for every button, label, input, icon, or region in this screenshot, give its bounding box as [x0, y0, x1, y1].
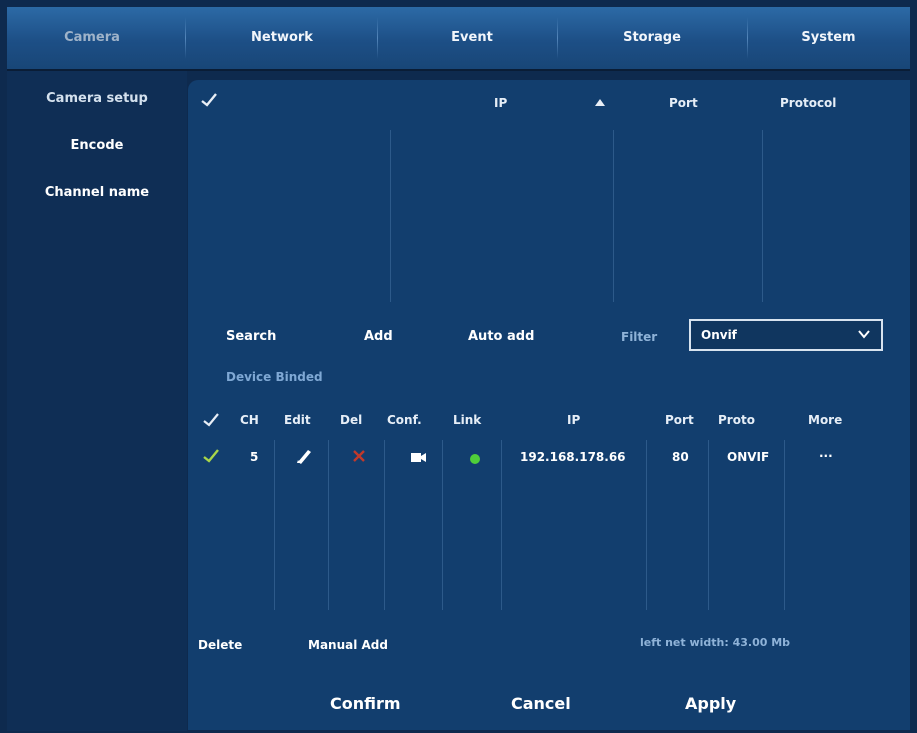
column-header-port: Port — [665, 413, 694, 427]
cancel-button[interactable]: Cancel — [511, 694, 571, 713]
link-status-icon — [469, 450, 481, 469]
device-port: 80 — [672, 450, 689, 464]
search-results-list[interactable] — [194, 120, 884, 305]
dvr-settings-window: Camera Network Event Storage System Came… — [0, 0, 917, 733]
more-button[interactable]: ... — [819, 446, 833, 460]
column-divider — [646, 440, 647, 610]
tab-network[interactable]: Network — [197, 7, 367, 69]
column-divider — [784, 440, 785, 610]
sidebar-item-camera-setup[interactable]: Camera setup — [7, 91, 187, 106]
column-header-more: More — [808, 413, 843, 427]
column-divider — [384, 440, 385, 610]
device-protocol: ONVIF — [727, 450, 770, 464]
column-header-proto: Proto — [718, 413, 755, 427]
delete-button[interactable]: Delete — [198, 638, 242, 652]
channel-number: 5 — [250, 450, 259, 464]
sidebar-item-encode[interactable]: Encode — [7, 138, 187, 153]
column-divider — [328, 440, 329, 610]
checkmark-icon — [203, 449, 219, 463]
search-button[interactable]: Search — [226, 329, 276, 344]
sort-up-icon[interactable] — [594, 92, 606, 111]
row-checkbox[interactable] — [202, 448, 220, 468]
filter-label: Filter — [621, 330, 658, 344]
protocol-filter-select[interactable]: Onvif — [689, 319, 883, 351]
select-all-checkbox[interactable] — [200, 92, 218, 112]
remaining-bandwidth-text: left net width: 43.00 Mb — [640, 636, 791, 649]
column-header-protocol[interactable]: Protocol — [780, 96, 836, 110]
column-divider — [501, 440, 502, 610]
tab-divider — [377, 17, 378, 59]
configure-camera-button[interactable] — [410, 450, 428, 469]
apply-button[interactable]: Apply — [685, 694, 736, 713]
tab-camera[interactable]: Camera — [7, 7, 177, 69]
tab-divider — [185, 17, 186, 59]
tab-event[interactable]: Event — [387, 7, 557, 69]
close-icon — [353, 450, 365, 462]
table-row[interactable]: 5 192.168.178.66 80 ONVIF ... — [194, 440, 884, 474]
checkmark-icon — [203, 413, 219, 427]
column-header-ip[interactable]: IP — [494, 96, 507, 110]
delete-row-button[interactable] — [351, 448, 367, 468]
tab-divider — [557, 17, 558, 59]
column-header-ip: IP — [567, 413, 581, 427]
sidebar: Camera setup Encode Channel name — [7, 71, 187, 731]
video-camera-icon — [411, 453, 426, 462]
column-divider — [708, 440, 709, 610]
auto-add-button[interactable]: Auto add — [468, 329, 534, 344]
column-header-edit: Edit — [284, 413, 311, 427]
checkmark-icon — [201, 93, 217, 107]
column-header-ch: CH — [240, 413, 259, 427]
pencil-icon — [297, 450, 311, 464]
device-binded-label: Device Binded — [226, 370, 323, 384]
column-header-conf: Conf. — [387, 413, 422, 427]
tab-storage[interactable]: Storage — [567, 7, 737, 69]
column-divider — [274, 440, 275, 610]
bound-select-all-checkbox[interactable] — [202, 412, 220, 432]
sidebar-item-channel-name[interactable]: Channel name — [7, 185, 187, 200]
chevron-down-icon — [857, 327, 871, 344]
add-button[interactable]: Add — [364, 329, 393, 344]
edit-button[interactable] — [294, 446, 314, 470]
camera-setup-panel: IP Port Protocol Search Add Auto add Fil… — [188, 80, 910, 730]
filter-selected-value: Onvif — [701, 328, 737, 342]
column-header-link: Link — [453, 413, 482, 427]
confirm-button[interactable]: Confirm — [330, 694, 401, 713]
device-ip: 192.168.178.66 — [520, 450, 626, 464]
column-divider — [442, 440, 443, 610]
main-tab-bar: Camera Network Event Storage System — [7, 7, 910, 71]
column-header-port[interactable]: Port — [669, 96, 698, 110]
column-header-del: Del — [340, 413, 363, 427]
manual-add-button[interactable]: Manual Add — [308, 638, 388, 652]
tab-system[interactable]: System — [747, 7, 910, 69]
